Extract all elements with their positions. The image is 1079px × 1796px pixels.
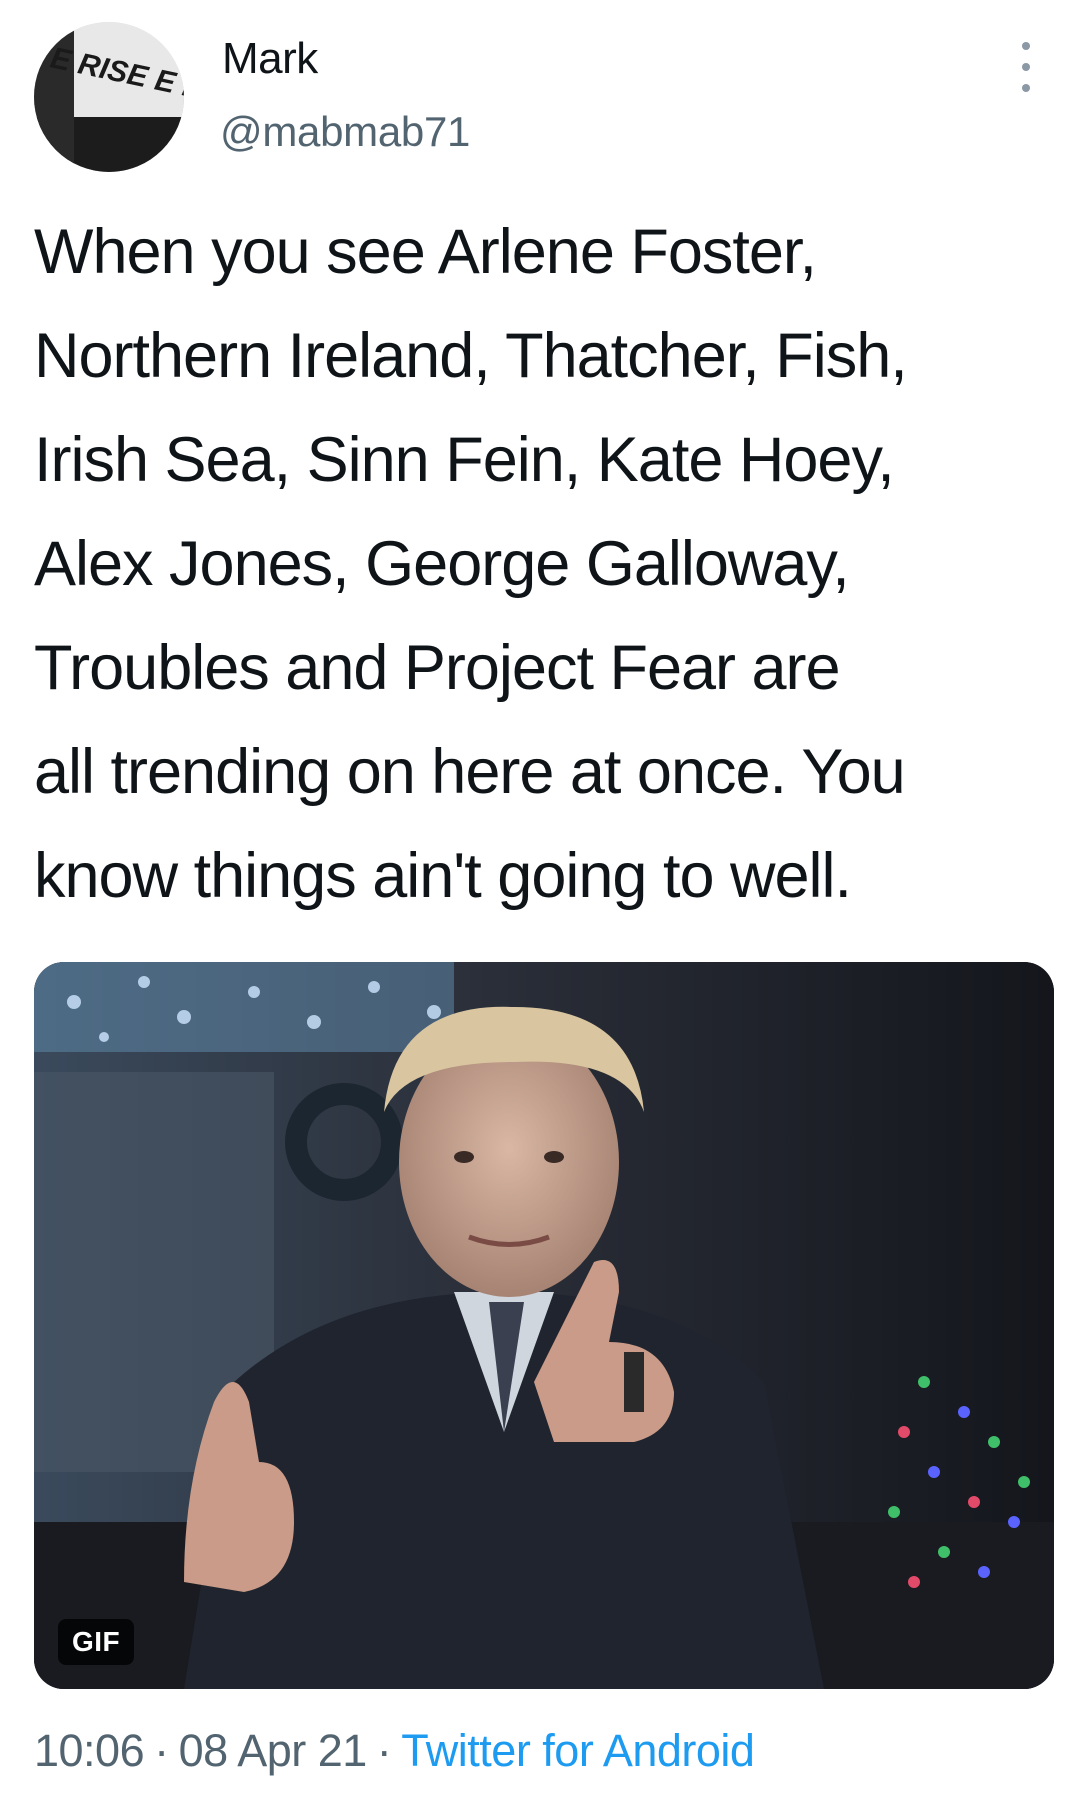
user-handle[interactable]: @mabmab71	[220, 108, 470, 156]
tweet-meta: 10:06 · 08 Apr 21 · Twitter for Android	[34, 1725, 755, 1777]
more-vertical-icon-dot	[1022, 84, 1030, 92]
tweet-detail: E RISE E IDIOT Mark @mabmab71 When you s…	[0, 0, 1079, 1796]
gif-image	[34, 962, 1054, 1689]
avatar-image: E RISE E IDIOT	[34, 22, 184, 172]
tweet-time: 10:06	[34, 1725, 145, 1776]
tweet-media-gif[interactable]: GIF	[34, 962, 1054, 1689]
tweet-date: 08 Apr 21	[178, 1725, 368, 1776]
separator: ·	[154, 1725, 169, 1776]
gif-badge: GIF	[58, 1619, 135, 1665]
separator: ·	[376, 1725, 392, 1776]
tweet-text: When you see Arlene Foster, Northern Ire…	[34, 217, 908, 911]
more-options-button[interactable]	[1006, 42, 1046, 92]
avatar[interactable]: E RISE E IDIOT	[34, 22, 184, 172]
display-name[interactable]: Mark	[222, 34, 318, 84]
more-vertical-icon	[1022, 42, 1030, 50]
more-vertical-icon-dot	[1022, 63, 1030, 71]
tweet-source-link[interactable]: Twitter for Android	[401, 1725, 755, 1776]
